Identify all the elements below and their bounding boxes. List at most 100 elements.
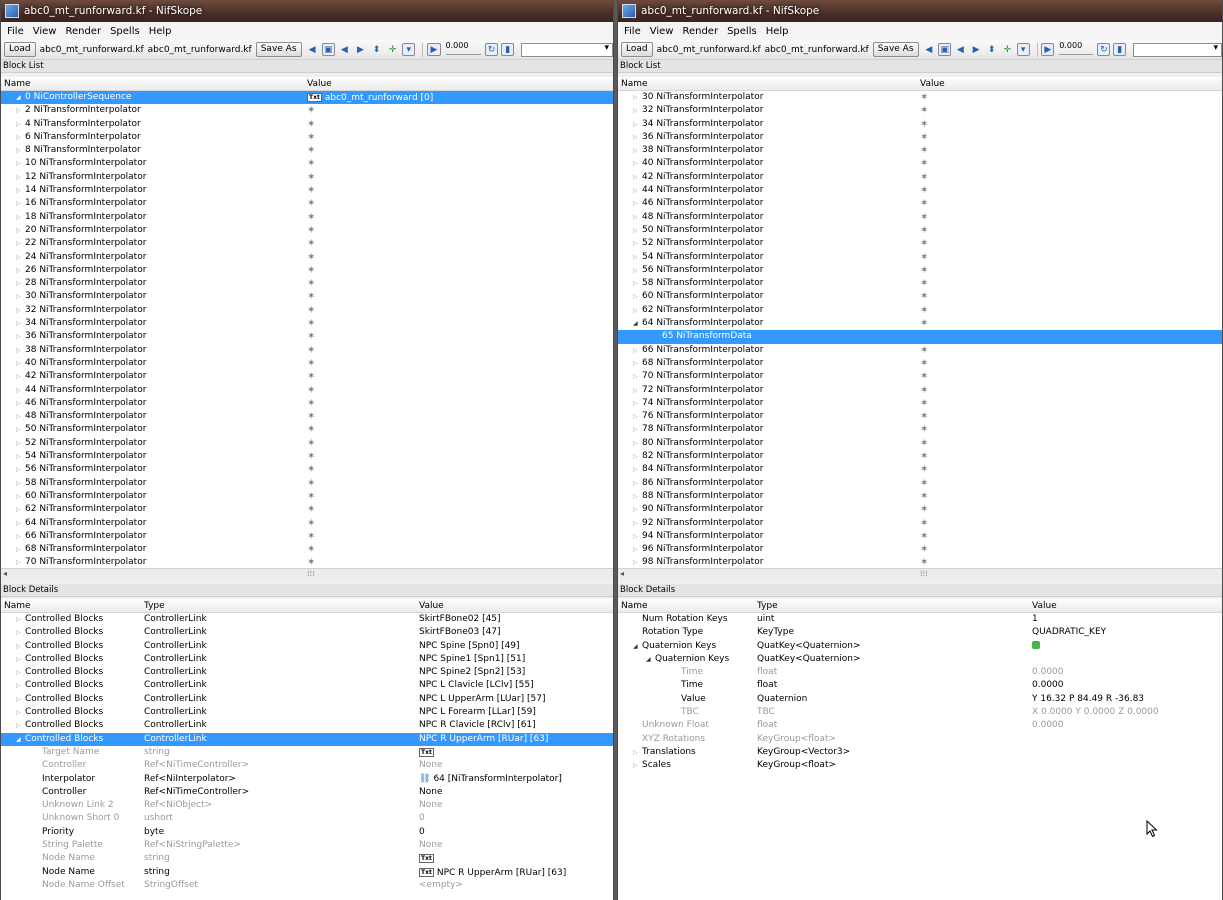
collapsed-arrow-icon[interactable]: ▷ — [633, 171, 642, 184]
detail-row[interactable]: Rotation Type KeyType QUADRATIC_KEY — [618, 626, 1222, 639]
save-file-field[interactable]: abc0_mt_runforward.kf — [148, 45, 252, 55]
column-value[interactable]: Value — [1032, 601, 1057, 611]
block-list-row[interactable]: ▷ 84 NiTransformInterpolator ✶ — [618, 463, 1222, 476]
collapsed-arrow-icon[interactable]: ▷ — [16, 693, 25, 706]
collapsed-arrow-icon[interactable]: ▷ — [16, 626, 25, 639]
column-type[interactable]: Type — [144, 601, 165, 611]
collapsed-arrow-icon[interactable]: ▷ — [16, 530, 25, 543]
detail-row[interactable]: Unknown Float float 0.0000 — [618, 719, 1222, 732]
block-list-row[interactable]: ▷ 10 NiTransformInterpolator ✶ — [1, 157, 613, 170]
block-list-row[interactable]: ▷ 40 NiTransformInterpolator ✶ — [618, 157, 1222, 170]
collapsed-arrow-icon[interactable]: ▷ — [633, 131, 642, 144]
collapsed-arrow-icon[interactable]: ▷ — [633, 224, 642, 237]
collapsed-arrow-icon[interactable]: ▷ — [633, 463, 642, 476]
collapsed-arrow-icon[interactable]: ▷ — [16, 679, 25, 692]
play-icon[interactable]: ▶ — [427, 43, 441, 56]
block-list-row[interactable]: ▷ 88 NiTransformInterpolator ✶ — [618, 490, 1222, 503]
collapsed-arrow-icon[interactable]: ▷ — [16, 264, 25, 277]
detail-value-cell[interactable]: X 0.0000 Y 0.0000 Z 0.0000 — [1032, 706, 1159, 719]
block-list-row[interactable]: ▷ 42 NiTransformInterpolator ✶ — [618, 171, 1222, 184]
detail-row[interactable]: ▷ Controlled Blocks ControllerLink NPC R Cl… — [1, 719, 613, 732]
block-list-row[interactable]: ▷ 74 NiTransformInterpolator ✶ — [618, 397, 1222, 410]
block-list-row[interactable]: ▷ 70 NiTransformInterpolator ✶ — [1, 556, 613, 568]
collapsed-arrow-icon[interactable]: ▷ — [16, 613, 25, 626]
collapsed-arrow-icon[interactable]: ▷ — [16, 131, 25, 144]
view-front-icon[interactable]: ◀ — [954, 43, 967, 56]
collapsed-arrow-icon[interactable]: ▷ — [16, 171, 25, 184]
detail-row[interactable]: XYZ Rotations KeyGroup<float> — [618, 733, 1222, 746]
detail-row[interactable]: ▷ Controlled Blocks ControllerLink NPC L Fo… — [1, 706, 613, 719]
view-front-icon[interactable]: ◀ — [338, 43, 351, 56]
title-bar[interactable]: abc0_mt_runforward.kf - NifSkope — [1, 0, 613, 22]
detail-value-cell[interactable]: NPC Spine1 [Spn1] [51] — [419, 653, 525, 666]
block-list-row[interactable]: ▷ 66 NiTransformInterpolator ✶ — [1, 530, 613, 543]
block-list-row[interactable]: ▷ 42 NiTransformInterpolator ✶ — [1, 370, 613, 383]
animation-select[interactable] — [1133, 42, 1222, 57]
detail-value-cell[interactable]: Txt — [419, 852, 437, 866]
collapsed-arrow-icon[interactable]: ▷ — [16, 104, 25, 117]
scroll-left-icon[interactable]: ◂ — [3, 569, 7, 578]
detail-row[interactable]: Time float 0.0000 — [618, 679, 1222, 692]
block-list-row[interactable]: ▷ 70 NiTransformInterpolator ✶ — [618, 370, 1222, 383]
block-list-row[interactable]: ▷ 64 NiTransformInterpolator ✶ — [1, 517, 613, 530]
view-walk-icon[interactable]: ◀ — [306, 43, 319, 56]
view-options-icon[interactable]: ▾ — [1016, 43, 1030, 56]
collapsed-arrow-icon[interactable]: ▷ — [16, 719, 25, 732]
expanded-arrow-icon[interactable]: ◢ — [16, 733, 25, 746]
view-options-icon[interactable]: ▾ — [402, 43, 416, 56]
detail-row[interactable]: ▷ Controlled Blocks ControllerLink SkirtFBo… — [1, 626, 613, 639]
collapsed-arrow-icon[interactable]: ▷ — [16, 290, 25, 303]
block-list-row[interactable]: ▷ 54 NiTransformInterpolator ✶ — [618, 251, 1222, 264]
detail-row[interactable]: ▷ Scales KeyGroup<float> — [618, 759, 1222, 772]
detail-row[interactable]: TBC TBC X 0.0000 Y 0.0000 Z 0.0000 — [618, 706, 1222, 719]
block-list-row[interactable]: ▷ 36 NiTransformInterpolator ✶ — [1, 330, 613, 343]
block-list-row[interactable]: ▷ 50 NiTransformInterpolator ✶ — [618, 224, 1222, 237]
collapsed-arrow-icon[interactable]: ▷ — [633, 490, 642, 503]
axes-icon[interactable]: ✛ — [386, 43, 399, 56]
detail-value-cell[interactable]: NPC L UpperArm [LUar] [57] — [419, 693, 545, 706]
save-as-button[interactable]: Save As — [872, 42, 919, 57]
time-slider[interactable]: 0.000 — [444, 41, 481, 57]
detail-row[interactable]: ▷ Controlled Blocks ControllerLink NPC L Up… — [1, 693, 613, 706]
detail-row[interactable]: Target Name string Txt — [1, 746, 613, 759]
block-list-row[interactable]: ▷ 48 NiTransformInterpolator ✶ — [1, 410, 613, 423]
block-list-row[interactable]: 65 NiTransformData — [618, 330, 1222, 344]
block-list-row[interactable]: ▷ 46 NiTransformInterpolator ✶ — [1, 397, 613, 410]
menu-spells[interactable]: Spells — [110, 26, 140, 37]
block-list-row[interactable]: ▷ 48 NiTransformInterpolator ✶ — [618, 211, 1222, 224]
detail-value-cell[interactable]: <empty> — [419, 879, 463, 892]
detail-row[interactable]: ▷ Controlled Blocks ControllerLink NPC L Cl… — [1, 679, 613, 692]
collapsed-arrow-icon[interactable]: ▷ — [633, 344, 642, 357]
load-file-field[interactable]: abc0_mt_runforward.kf — [40, 45, 144, 55]
view-top-icon[interactable]: ▣ — [321, 43, 335, 56]
collapsed-arrow-icon[interactable]: ▷ — [633, 290, 642, 303]
collapsed-arrow-icon[interactable]: ▷ — [633, 530, 642, 543]
column-name[interactable]: Name — [621, 79, 648, 89]
detail-value-cell[interactable]: QUADRATIC_KEY — [1032, 626, 1106, 639]
collapsed-arrow-icon[interactable]: ▷ — [16, 317, 25, 330]
collapsed-arrow-icon[interactable]: ▷ — [16, 706, 25, 719]
block-list-row[interactable]: ▷ 52 NiTransformInterpolator ✶ — [1, 437, 613, 450]
collapsed-arrow-icon[interactable]: ▷ — [633, 477, 642, 490]
block-list-row[interactable]: ▷ 60 NiTransformInterpolator ✶ — [618, 290, 1222, 303]
block-list-row[interactable]: ▷ 98 NiTransformInterpolator ✶ — [618, 556, 1222, 568]
block-list-row[interactable]: ◢ 64 NiTransformInterpolator ✶ — [618, 317, 1222, 330]
detail-row[interactable]: ◢ Quaternion Keys QuatKey<Quaternion> — [618, 640, 1222, 653]
block-list-row[interactable]: ▷ 20 NiTransformInterpolator ✶ — [1, 224, 613, 237]
block-list-row[interactable]: ▷ 80 NiTransformInterpolator ✶ — [618, 437, 1222, 450]
collapsed-arrow-icon[interactable]: ▷ — [633, 503, 642, 516]
loop-icon[interactable]: ↻ — [1097, 43, 1111, 56]
collapsed-arrow-icon[interactable]: ▷ — [633, 157, 642, 170]
column-name[interactable]: Name — [4, 601, 31, 611]
collapsed-arrow-icon[interactable]: ▷ — [16, 197, 25, 210]
block-list-row[interactable]: ▷ 90 NiTransformInterpolator ✶ — [618, 503, 1222, 516]
collapsed-arrow-icon[interactable]: ▷ — [633, 450, 642, 463]
collapsed-arrow-icon[interactable]: ▷ — [16, 556, 25, 568]
detail-value-cell[interactable]: NPC R UpperArm [RUar] [63] — [419, 733, 548, 746]
collapsed-arrow-icon[interactable]: ▷ — [633, 384, 642, 397]
collapsed-arrow-icon[interactable]: ▷ — [633, 197, 642, 210]
block-list-row[interactable]: ▷ 40 NiTransformInterpolator ✶ — [1, 357, 613, 370]
block-list-row[interactable]: ◢ 0 NiControllerSequence Txt abc0_mt_runfor… — [1, 91, 613, 105]
detail-value-cell[interactable]: Txt — [419, 746, 437, 760]
load-file-field[interactable]: abc0_mt_runforward.kf — [657, 45, 761, 55]
